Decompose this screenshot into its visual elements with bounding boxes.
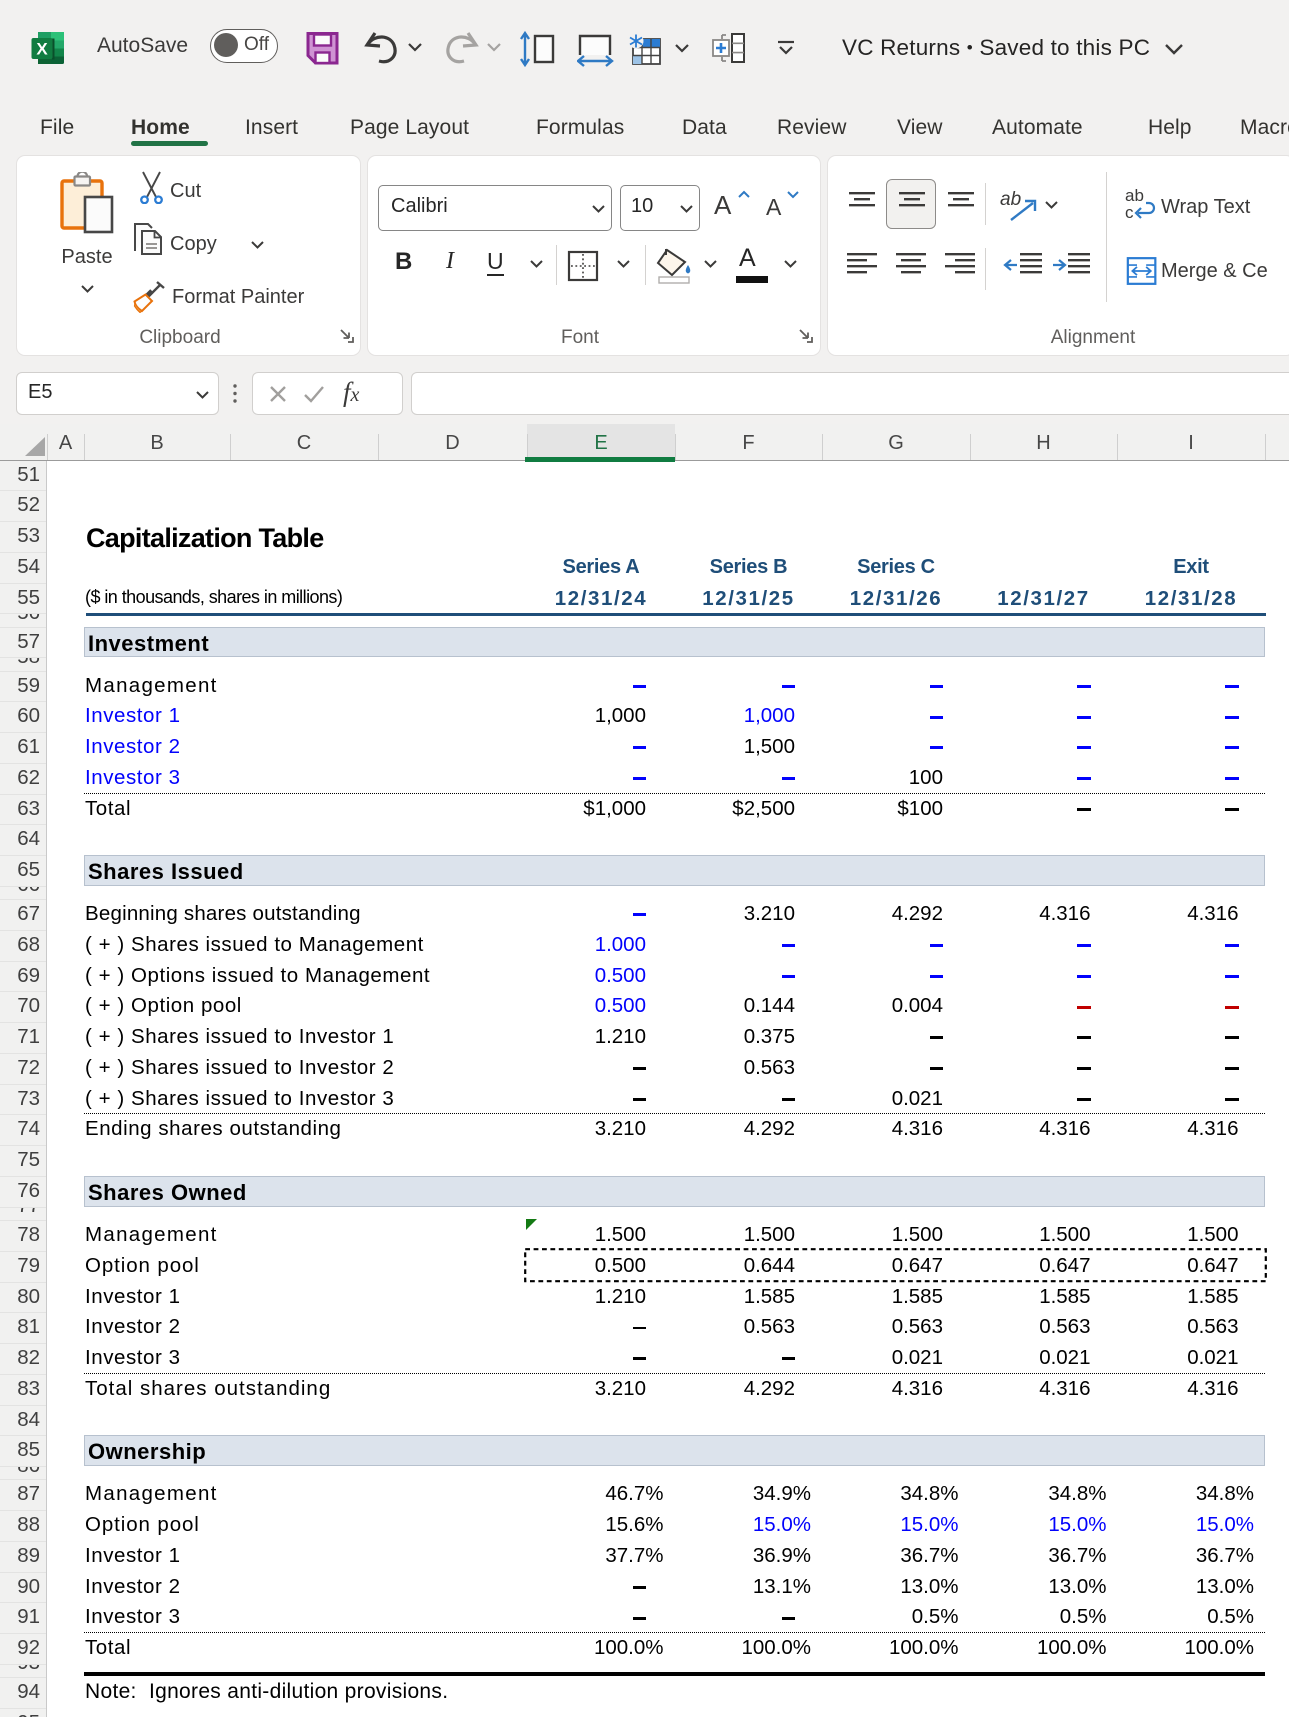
svg-text:c: c <box>1125 203 1134 222</box>
svg-text:X: X <box>36 40 48 59</box>
